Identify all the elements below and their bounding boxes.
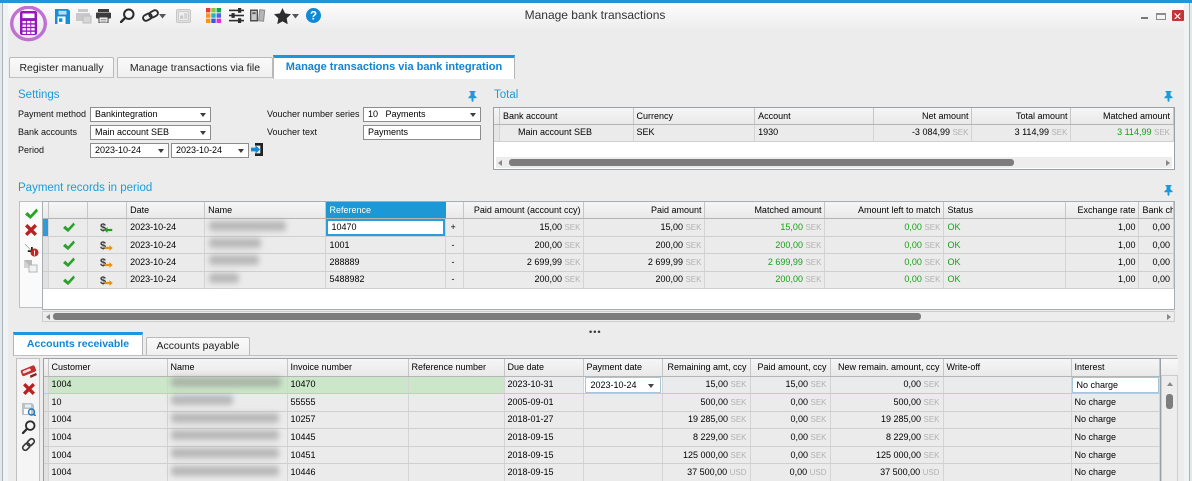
svg-text:$: $ [100,222,106,234]
svg-text:!: ! [33,248,36,257]
svg-text:$: $ [100,257,106,269]
svg-text:$: $ [100,240,106,252]
svg-text:$: $ [100,275,106,287]
svg-text:?: ? [310,11,317,23]
